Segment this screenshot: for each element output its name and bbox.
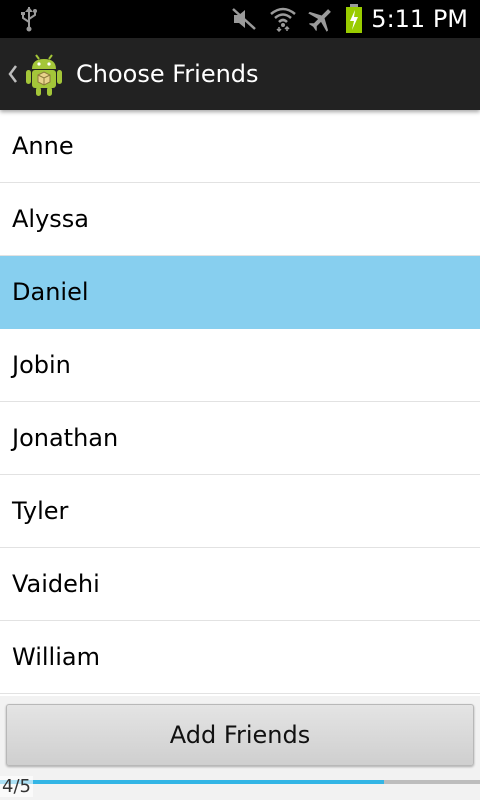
friend-name: Vaidehi [12,570,100,598]
friend-name: Daniel [12,278,89,306]
friend-name: Alyssa [12,205,90,233]
list-item[interactable]: Alyssa [0,183,480,256]
action-bar: Choose Friends [0,38,480,110]
status-icons: 5:11 PM [221,0,468,38]
progress-bar [0,780,480,784]
android-icon[interactable] [24,50,68,98]
status-bar: 5:11 PM [0,0,480,38]
add-friends-button[interactable]: Add Friends [6,704,474,766]
friend-name: Jonathan [12,424,119,452]
battery-charging-icon [345,4,363,34]
screen: 5:11 PM Choose Friends Anne Alyssa Danie… [0,0,480,800]
friend-name: Jobin [12,351,71,379]
list-item-selected[interactable]: Daniel [0,256,480,329]
friends-list: Anne Alyssa Daniel Jobin Jonathan Tyler … [0,110,480,694]
list-item[interactable]: Anne [0,110,480,183]
list-item[interactable]: Jobin [0,329,480,402]
list-item[interactable]: Tyler [0,475,480,548]
friend-name: William [12,643,100,671]
progress-fill [0,780,384,784]
wifi-icon [269,6,297,32]
list-item[interactable]: Jonathan [0,402,480,475]
usb-icon [18,6,40,36]
screen-title: Choose Friends [76,60,259,88]
list-item[interactable]: William [0,621,480,694]
page-indicator: 4/5 [0,776,33,797]
airplane-mode-icon [307,6,335,32]
chevron-left-icon[interactable] [4,64,22,84]
footer: Add Friends [0,696,480,800]
list-item[interactable]: Vaidehi [0,548,480,621]
friend-name: Anne [12,132,74,160]
mute-icon [231,7,259,31]
friend-name: Tyler [12,497,69,525]
status-clock: 5:11 PM [371,5,468,33]
